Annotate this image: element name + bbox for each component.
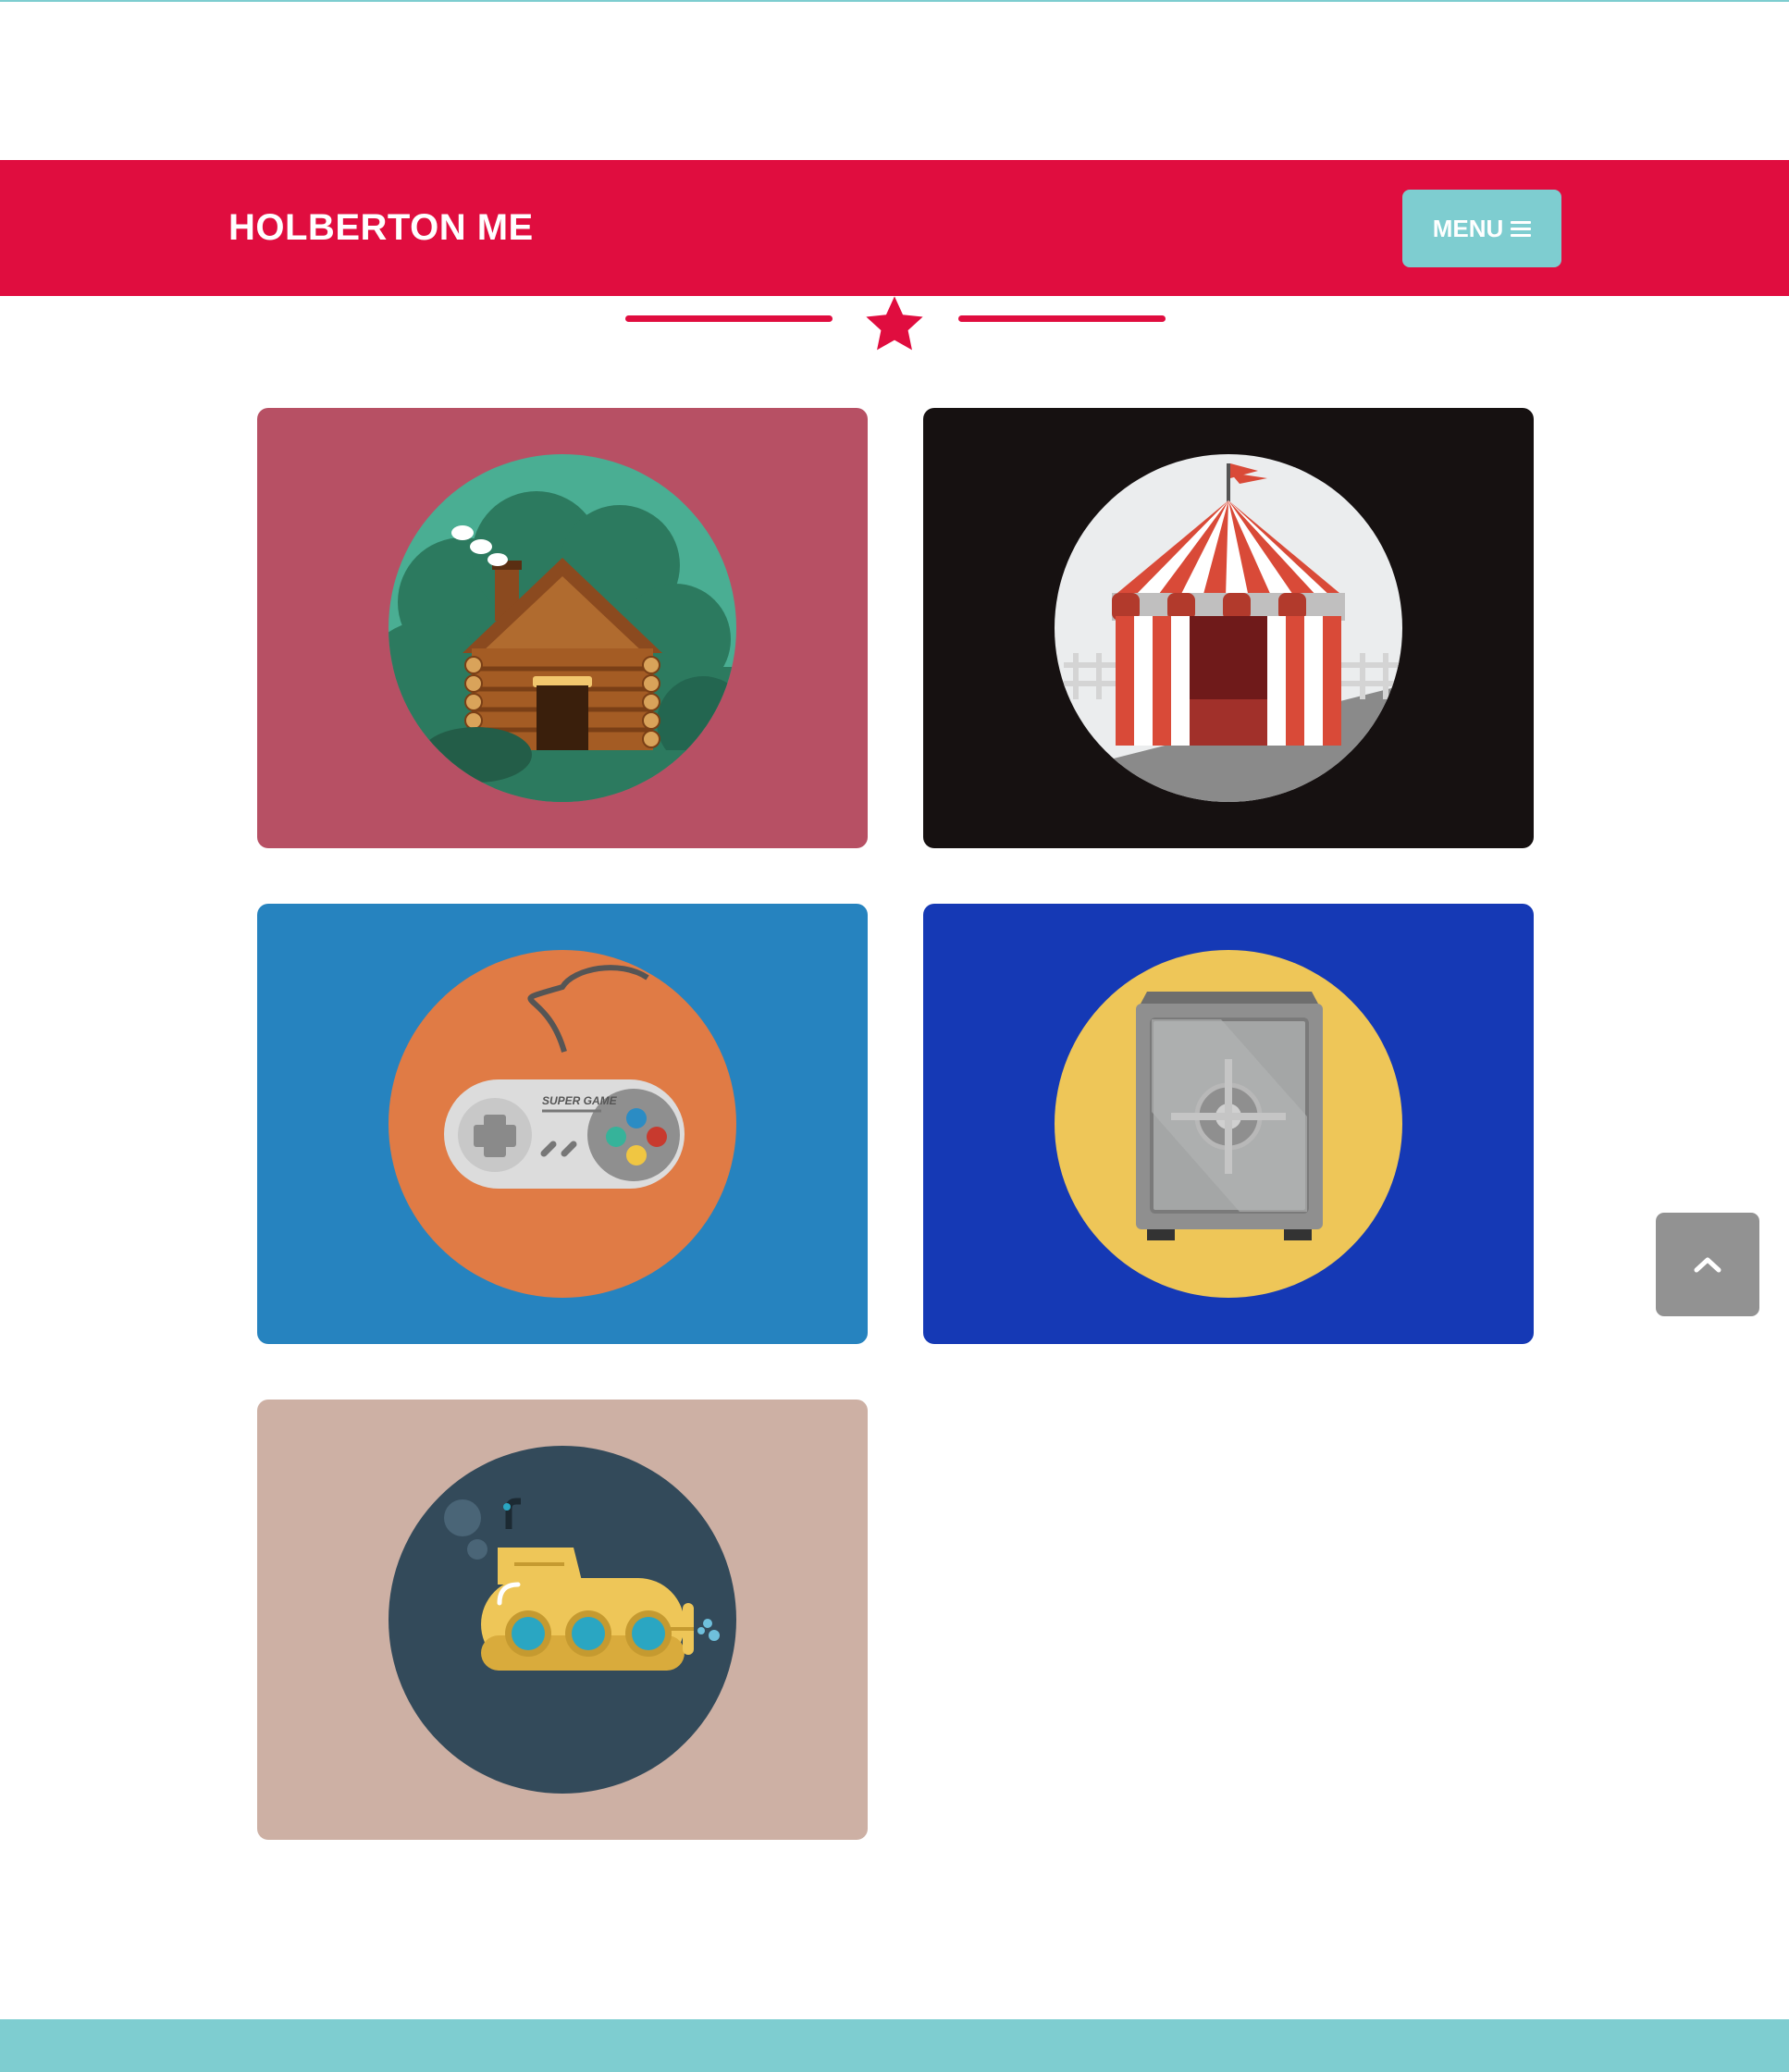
star-icon — [866, 296, 923, 351]
brand-logo[interactable]: HOLBERTON ME — [228, 160, 534, 296]
submarine-icon — [389, 1446, 736, 1794]
menu-label: MENU — [1432, 214, 1504, 242]
chevron-up-icon — [1694, 1257, 1721, 1273]
menu-button[interactable]: MENU — [1402, 190, 1561, 267]
top-border — [0, 0, 1789, 2]
safe-icon — [1055, 950, 1402, 1298]
game-controller-icon: SUPER GAME — [389, 950, 736, 1298]
circus-tent-icon — [1055, 454, 1402, 802]
portfolio-item-submarine[interactable] — [257, 1400, 868, 1840]
navbar: HOLBERTON ME MENU — [0, 160, 1789, 296]
footer — [0, 2019, 1789, 2072]
divider-line-left — [625, 315, 833, 322]
portfolio-item-circus[interactable] — [923, 408, 1534, 848]
portfolio-item-controller[interactable]: SUPER GAME — [257, 904, 868, 1344]
hamburger-icon — [1511, 220, 1532, 237]
portfolio-item-cabin[interactable] — [257, 408, 868, 848]
back-to-top-button[interactable] — [1656, 1213, 1759, 1316]
portfolio-item-safe[interactable] — [923, 904, 1534, 1344]
divider-line-right — [958, 315, 1166, 322]
log-cabin-icon — [389, 454, 736, 802]
controller-brand-text: SUPER GAME — [542, 1094, 618, 1107]
